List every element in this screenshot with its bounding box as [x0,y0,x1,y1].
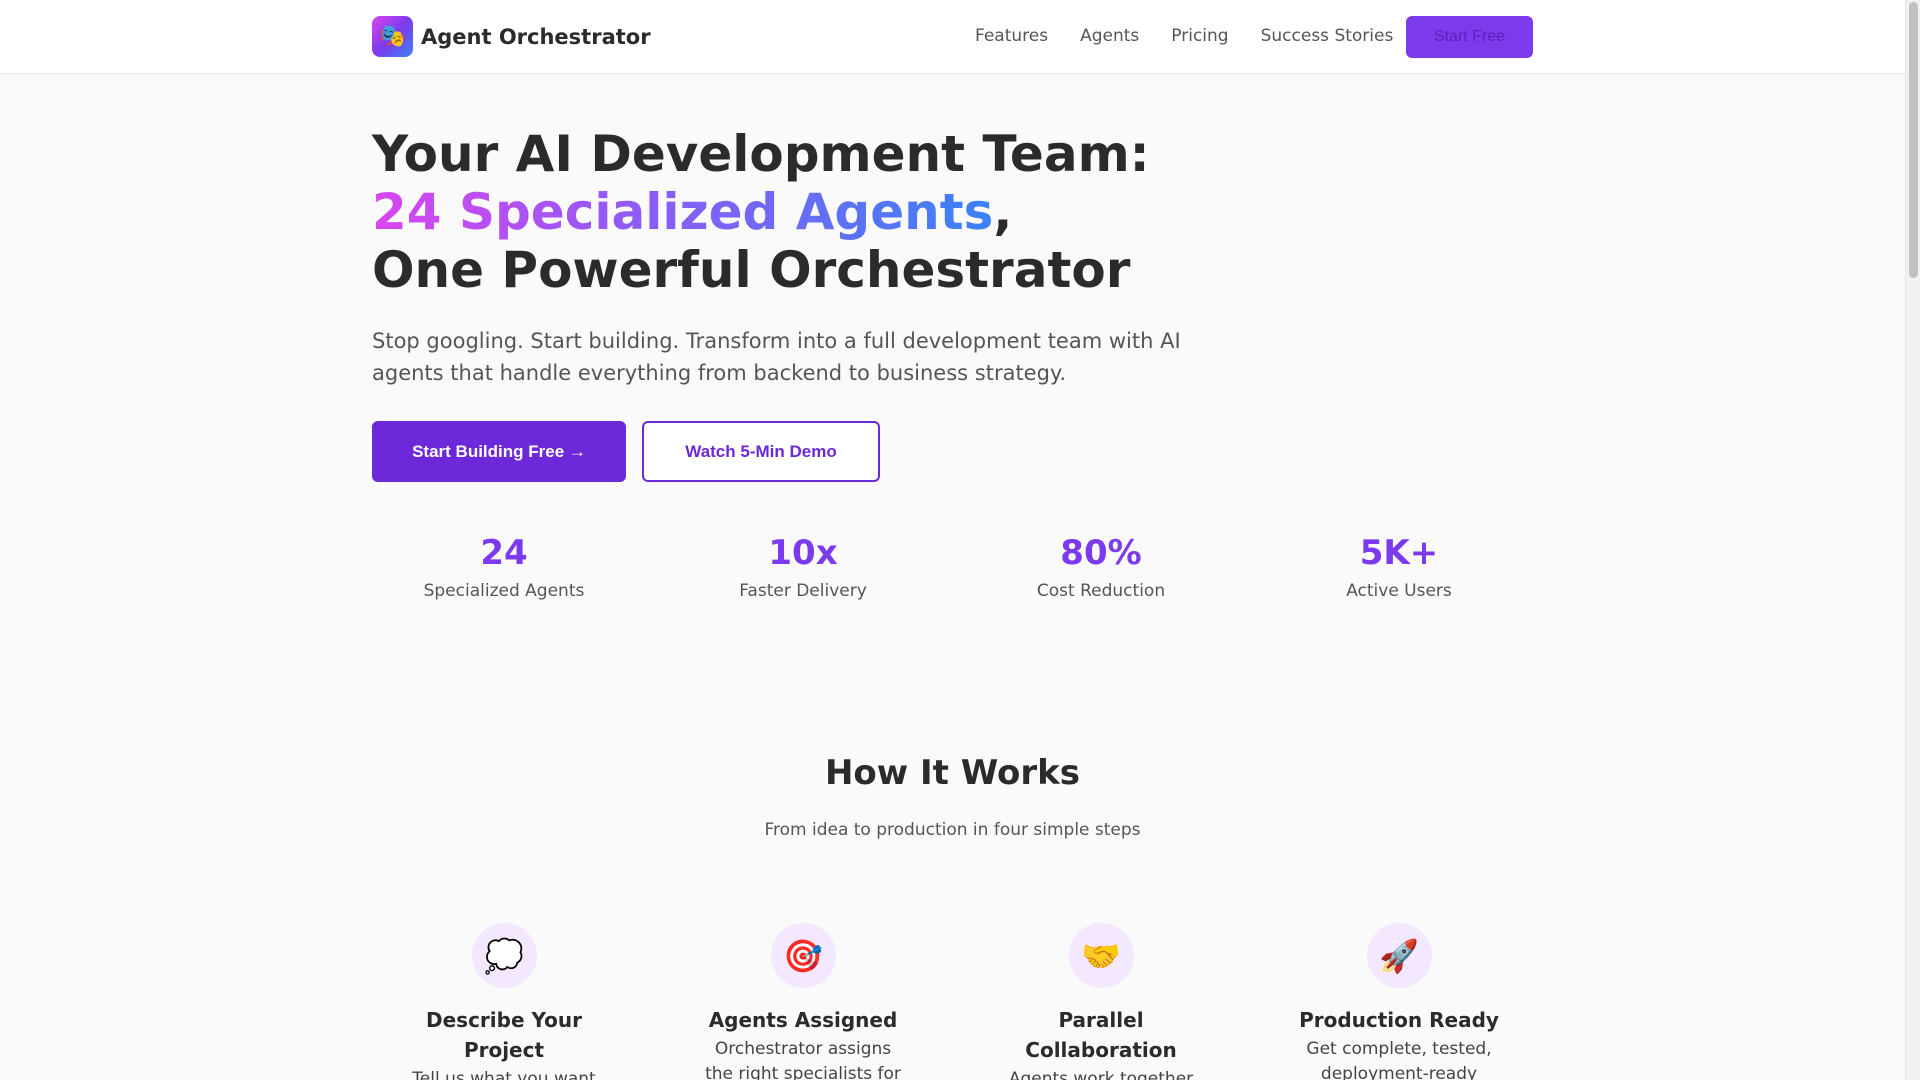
nav-link-success-stories[interactable]: Success Stories [1261,26,1394,46]
hero-title-highlight: 24 Specialized Agents [372,183,994,241]
stat-label: Cost Reduction [1036,581,1166,601]
rocket-icon: 🚀 [1366,923,1432,988]
hero-title-line1: Your AI Development Team: [372,125,1150,183]
step-agents-assigned: 🎯 Agents Assigned Orchestrator assigns t… [654,923,952,1080]
step-title: Describe Your Project [426,1008,582,1062]
step-describe-project: 💭 Describe Your Project Tell us what you… [355,923,653,1080]
page-scrollbar[interactable] [1905,0,1920,1080]
nav-link-features[interactable]: Features [975,26,1048,46]
main-nav: Features Agents Pricing Success Stories [975,26,1425,46]
handshake-icon: 🤝 [1068,923,1134,988]
thought-bubble-icon: 💭 [471,923,537,988]
watch-demo-button[interactable]: Watch 5-Min Demo [642,421,880,482]
step-description: Get complete, tested, deployment-ready c… [1306,1039,1492,1080]
stat-cost-reduction: 80% Cost Reduction [952,533,1250,601]
hero-title-line3: One Powerful Orchestrator [372,241,1131,299]
stat-label: Faster Delivery [739,581,867,601]
logo-masks-icon: 🎭 [372,16,413,57]
stat-label: Active Users [1346,581,1452,601]
stat-active-users: 5K+ Active Users [1250,533,1548,601]
step-title: Production Ready [1299,1008,1499,1032]
stat-value: 5K+ [1359,533,1439,573]
step-description: Agents work together [1008,1069,1194,1080]
brand-name: Agent Orchestrator [421,24,651,49]
step-description: Orchestrator assigns the right specialis… [705,1039,901,1080]
hero-title: Your AI Development Team: 24 Specialized… [372,125,1272,299]
page: 🎭 Agent Orchestrator Features Agents Pri… [0,0,1905,1080]
stat-value: 80% [1060,533,1142,573]
nav-link-agents[interactable]: Agents [1080,26,1139,46]
step-title: Agents Assigned [708,1008,898,1032]
step-parallel-collaboration: 🤝 Parallel Collaboration Agents work tog… [952,923,1250,1080]
hero-heading-block: Your AI Development Team: 24 Specialized… [372,125,1272,299]
brand[interactable]: 🎭 Agent Orchestrator [372,16,651,57]
step-description: Tell us what you want to [412,1069,596,1080]
step-title: Parallel Collaboration [1025,1008,1177,1062]
stat-specialized-agents: 24 Specialized Agents [355,533,653,601]
stat-label: Specialized Agents [423,581,585,601]
stat-value: 24 [480,533,528,573]
target-icon: 🎯 [770,923,836,988]
stat-value: 10x [768,533,838,573]
hero-subtitle: Stop googling. Start building. Transform… [372,329,1181,385]
hero-title-comma: , [993,183,1013,241]
start-building-free-button[interactable]: Start Building Free → [372,421,626,482]
nav-link-pricing[interactable]: Pricing [1171,26,1228,46]
step-production-ready: 🚀 Production Ready Get complete, tested,… [1250,923,1548,1080]
scrollbar-thumb[interactable] [1909,2,1918,278]
how-it-works-title: How It Works [824,753,1081,793]
how-it-works-subtitle: From idea to production in four simple s… [764,820,1141,840]
start-free-button[interactable]: Start Free [1406,16,1533,58]
stat-faster-delivery: 10x Faster Delivery [654,533,952,601]
site-header: 🎭 Agent Orchestrator Features Agents Pri… [0,0,1905,74]
